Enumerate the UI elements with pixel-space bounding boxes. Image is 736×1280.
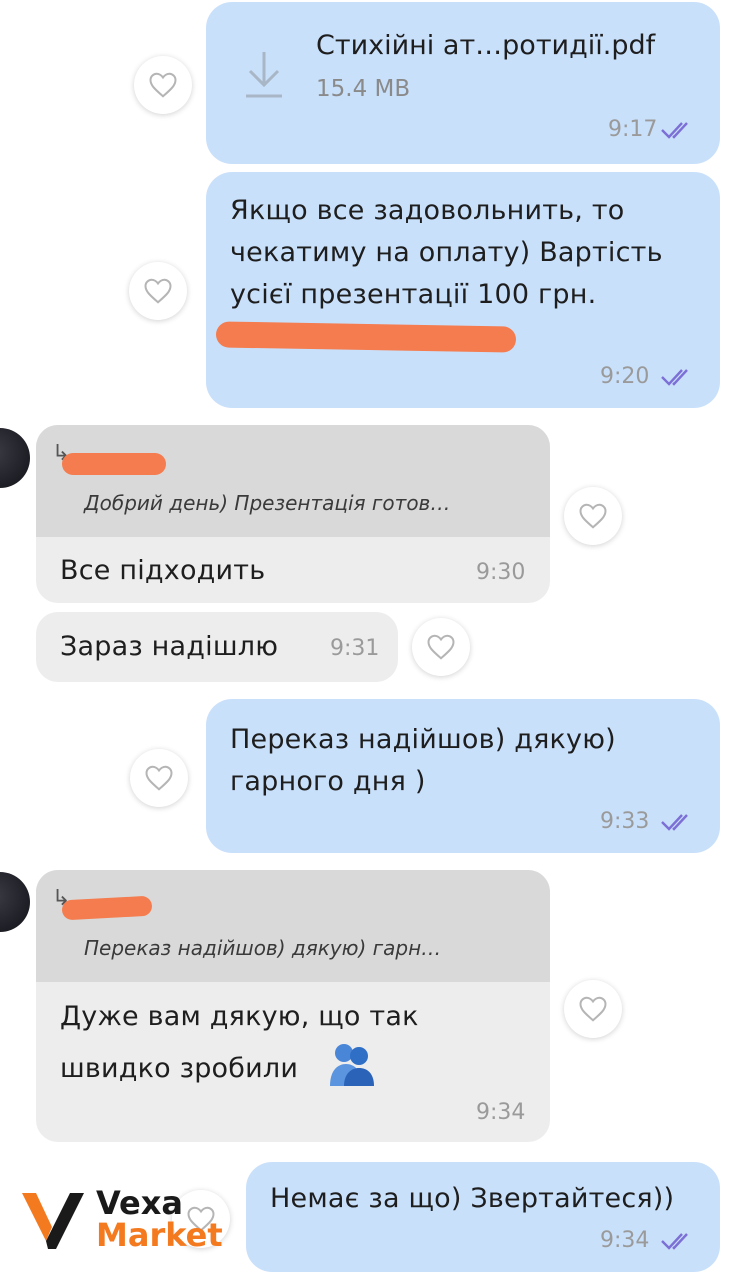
message-time: 9:20 [600,364,650,389]
outgoing-file-message[interactable]: Стихійні ат…ротидії.pdf 15.4 MB 9:17 [206,2,720,164]
double-check-icon [661,369,688,386]
message-line: швидко зробили [60,1053,299,1084]
heart-outline-icon [145,765,173,791]
double-check-icon [661,1233,688,1250]
heart-outline-icon [427,634,455,660]
message-text: Все підходить [60,555,266,586]
like-button[interactable] [134,56,192,114]
heart-outline-icon [579,996,607,1022]
message-time: 9:31 [330,636,380,661]
message-line: Якщо все задовольнить, то [230,195,625,226]
contact-avatar[interactable] [0,428,30,488]
message-line: Дуже вам дякую, що так [60,1001,419,1032]
outgoing-text-message[interactable]: Немає за що) Звертайтеся)) 9:34 [246,1162,720,1272]
message-line: гарного дня ) [230,766,426,797]
logo-v-mark-icon [22,1193,84,1249]
incoming-reply-message[interactable]: ↳ Добрий день) Презентація готов… Все пі… [36,425,550,603]
logo-word-1: Vexa [96,1184,183,1222]
message-time: 9:33 [600,809,650,834]
heart-outline-icon [144,278,172,304]
outgoing-text-message[interactable]: Переказ надійшов) дякую) гарного дня ) 9… [206,699,720,853]
quoted-text: Добрий день) Презентація готов… [84,491,451,515]
logo-word-2: Market [96,1216,223,1254]
watermark-logo: Vexa Market [20,1183,240,1253]
like-button[interactable] [129,262,187,320]
download-icon[interactable] [242,48,286,100]
outgoing-text-message[interactable]: Якщо все задовольнить, то чекатиму на оп… [206,172,720,408]
file-name[interactable]: Стихійні ат…ротидії.pdf [316,30,655,61]
quoted-message[interactable]: ↳ Переказ надійшов) дякую) гарн… [36,870,550,982]
like-button[interactable] [564,487,622,545]
like-button[interactable] [412,618,470,676]
people-hugging-emoji [330,1044,374,1086]
redaction-mark [215,321,517,353]
message-time: 9:30 [476,560,526,585]
heart-outline-icon [149,72,177,98]
double-check-icon [661,122,688,139]
contact-avatar[interactable] [0,872,30,932]
like-button[interactable] [564,980,622,1038]
quoted-message[interactable]: ↳ Добрий день) Презентація готов… [36,425,550,537]
quoted-text: Переказ надійшов) дякую) гарн… [84,936,442,960]
like-button[interactable] [130,749,188,807]
redaction-mark [61,895,153,921]
message-time: 9:34 [600,1228,650,1253]
file-size: 15.4 MB [316,76,411,102]
double-check-icon [661,814,688,831]
message-text: Немає за що) Звертайтеся)) [270,1183,675,1214]
message-line: чекатиму на оплату) Вартість [230,237,663,268]
heart-outline-icon [579,503,607,529]
incoming-reply-message[interactable]: ↳ Переказ надійшов) дякую) гарн… Дуже ва… [36,870,550,1142]
message-time: 9:17 [608,117,658,142]
incoming-text-message[interactable]: Зараз надішлю 9:31 [36,612,398,682]
message-line: усієї презентації 100 грн. [230,279,597,310]
message-line: Переказ надійшов) дякую) [230,724,616,755]
redaction-mark [62,453,166,475]
message-text: Зараз надішлю [60,631,279,662]
message-time: 9:34 [476,1100,526,1125]
